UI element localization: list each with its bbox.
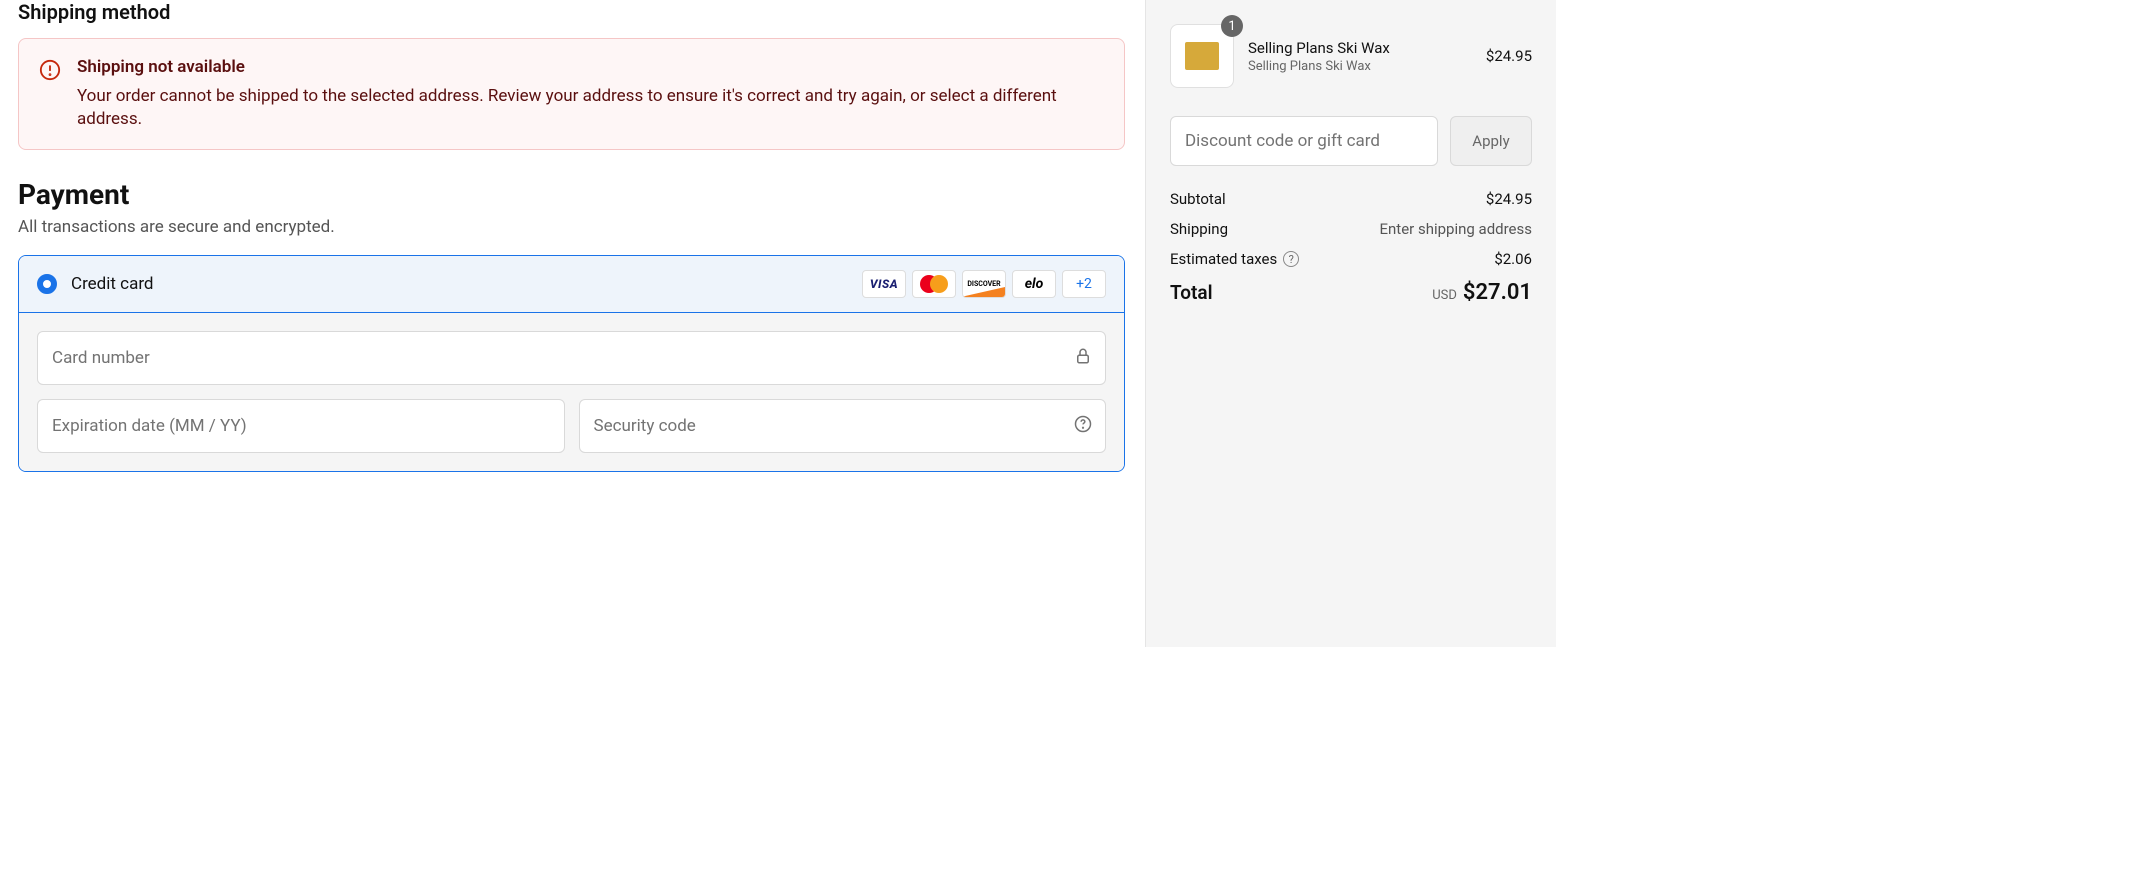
more-cards-button[interactable]: +2 — [1062, 270, 1106, 298]
total-label: Total — [1170, 281, 1213, 304]
shipping-label: Shipping — [1170, 220, 1228, 238]
payment-subtitle: All transactions are secure and encrypte… — [18, 217, 1125, 237]
payment-option-label: Credit card — [71, 274, 862, 294]
lock-icon — [1074, 347, 1092, 369]
visa-icon: VISA — [862, 270, 906, 298]
shipping-value: Enter shipping address — [1379, 220, 1532, 238]
alert-title: Shipping not available — [77, 57, 1104, 77]
shipping-method-title: Shipping method — [18, 0, 1125, 24]
discover-icon: DISCOVER — [962, 270, 1006, 298]
line-item: 1 Selling Plans Ski Wax Selling Plans Sk… — [1170, 24, 1532, 88]
help-icon[interactable] — [1074, 415, 1092, 437]
accepted-cards: VISA DISCOVER elo +2 — [862, 270, 1106, 298]
total-value: $27.01 — [1463, 280, 1532, 305]
product-thumbnail: 1 — [1170, 24, 1234, 88]
card-number-input[interactable] — [37, 331, 1106, 385]
discount-code-input[interactable] — [1170, 116, 1438, 166]
product-name: Selling Plans Ski Wax — [1248, 39, 1486, 57]
apply-button[interactable]: Apply — [1450, 116, 1532, 166]
subtotal-label: Subtotal — [1170, 190, 1226, 208]
taxes-help-icon[interactable]: ? — [1283, 251, 1299, 267]
quantity-badge: 1 — [1221, 15, 1243, 37]
line-item-price: $24.95 — [1486, 47, 1532, 65]
elo-icon: elo — [1012, 270, 1056, 298]
alert-text: Your order cannot be shipped to the sele… — [77, 85, 1104, 131]
radio-selected-icon[interactable] — [37, 274, 57, 294]
shipping-error-alert: Shipping not available Your order cannot… — [18, 38, 1125, 150]
taxes-value: $2.06 — [1494, 250, 1532, 268]
payment-option-header[interactable]: Credit card VISA DISCOVER elo +2 — [19, 256, 1124, 313]
expiry-input[interactable] — [37, 399, 565, 453]
order-summary-sidebar: 1 Selling Plans Ski Wax Selling Plans Sk… — [1146, 0, 1556, 647]
taxes-label: Estimated taxes ? — [1170, 250, 1299, 268]
security-code-input[interactable] — [579, 399, 1107, 453]
subtotal-value: $24.95 — [1486, 190, 1532, 208]
payment-card-option: Credit card VISA DISCOVER elo +2 — [18, 255, 1125, 472]
product-variant: Selling Plans Ski Wax — [1248, 59, 1486, 74]
alert-error-icon — [39, 57, 61, 131]
total-currency: USD — [1432, 288, 1457, 303]
payment-title: Payment — [18, 178, 1125, 211]
mastercard-icon — [912, 270, 956, 298]
